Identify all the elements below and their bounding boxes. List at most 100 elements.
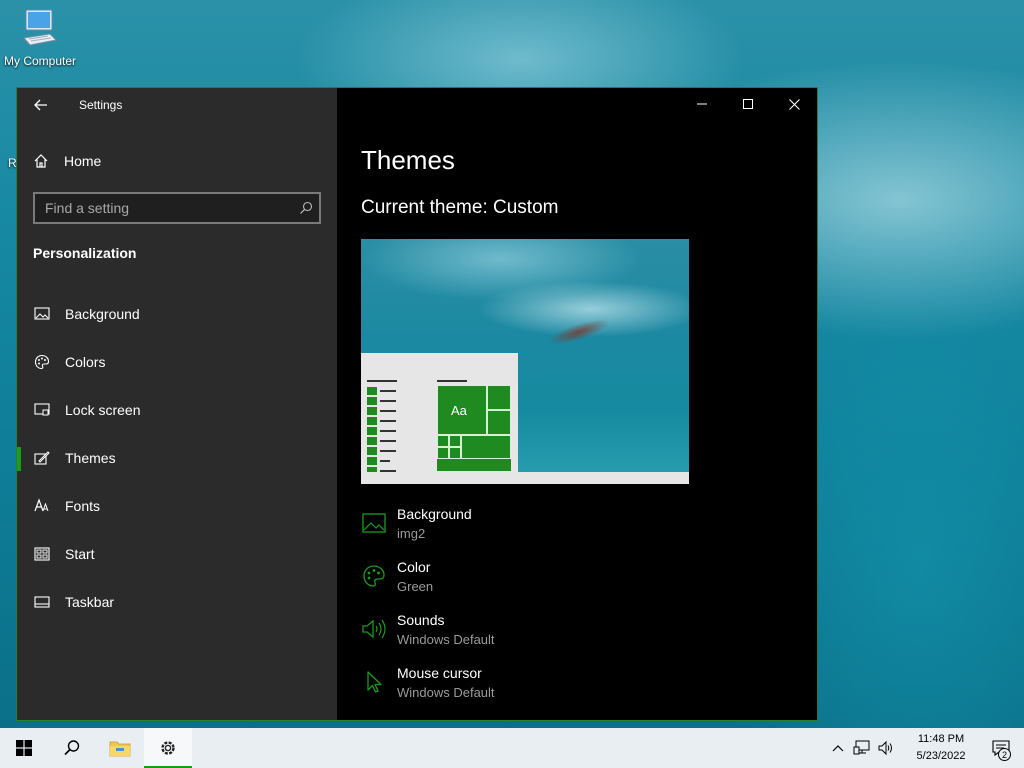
page-title: Themes <box>361 145 455 175</box>
sidebar-item-label: Background <box>65 306 140 322</box>
preview-start-menu: Aa <box>361 353 518 484</box>
taskbar: 11:48 PM 5/23/2022 2 <box>0 728 1024 768</box>
themes-content: Themes Current theme: Custom Aa Backgrou… <box>337 88 817 720</box>
lock-screen-icon <box>33 401 51 419</box>
property-label: Background <box>397 506 472 522</box>
speaker-icon <box>361 616 387 642</box>
sidebar-item-label: Fonts <box>65 498 101 514</box>
title-bar: Settings <box>17 88 337 122</box>
sidebar-item-themes[interactable]: Themes <box>17 438 337 478</box>
property-value: Windows Default <box>397 632 495 647</box>
preview-row <box>367 427 377 435</box>
desktop-icon-label: My Computer <box>3 54 77 68</box>
file-explorer-button[interactable] <box>96 728 144 768</box>
search-input[interactable] <box>45 200 285 216</box>
preview-line <box>380 460 390 462</box>
property-value: Green <box>397 579 434 594</box>
action-center-button[interactable]: 2 <box>978 728 1024 768</box>
preview-row <box>367 387 377 395</box>
sidebar-item-colors[interactable]: Colors <box>17 342 337 382</box>
app-title: Settings <box>79 98 123 112</box>
preview-line <box>437 380 467 382</box>
network-button[interactable] <box>850 728 874 768</box>
preview-line <box>380 410 396 412</box>
sidebar-item-label: Lock screen <box>65 402 141 418</box>
property-value: img2 <box>397 526 426 541</box>
preview-row <box>367 407 377 415</box>
back-button[interactable] <box>17 88 65 122</box>
font-icon <box>33 497 51 515</box>
theme-property-sounds[interactable]: Sounds Windows Default <box>361 612 761 656</box>
system-tray: 11:48 PM 5/23/2022 2 <box>826 728 1024 768</box>
preview-line <box>380 450 396 452</box>
close-icon <box>788 98 800 110</box>
property-label: Mouse cursor <box>397 665 482 681</box>
sidebar-item-taskbar[interactable]: Taskbar <box>17 582 337 622</box>
preview-swimmer <box>536 307 622 357</box>
folder-icon <box>109 741 131 757</box>
sidebar-item-start[interactable]: Start <box>17 534 337 574</box>
property-label: Color <box>397 559 431 575</box>
show-hidden-icons-button[interactable] <box>826 728 850 768</box>
close-button[interactable] <box>771 88 817 120</box>
preview-tile <box>487 385 511 410</box>
sidebar-item-label: Taskbar <box>65 594 115 610</box>
preview-line <box>380 440 396 442</box>
settings-window: Settings Home Personalization Background <box>16 87 818 721</box>
theme-property-mouse-cursor[interactable]: Mouse cursor Windows Default <box>361 665 761 709</box>
search-button[interactable] <box>48 728 96 768</box>
settings-taskbar-button[interactable] <box>144 728 192 768</box>
brush-icon <box>33 449 51 467</box>
taskbar-icon <box>33 593 51 611</box>
home-icon <box>34 154 48 168</box>
sidebar-item-label: Themes <box>65 450 116 466</box>
picture-icon <box>33 305 51 323</box>
search-icon[interactable] <box>299 201 313 215</box>
network-icon <box>853 740 870 755</box>
sidebar-item-fonts[interactable]: Fonts <box>17 486 337 526</box>
preview-row <box>367 417 377 425</box>
preview-line <box>380 420 396 422</box>
theme-preview[interactable]: Aa <box>361 239 689 484</box>
volume-button[interactable] <box>874 728 898 768</box>
back-arrow-icon <box>34 99 47 111</box>
minimize-button[interactable] <box>679 88 725 120</box>
preview-line <box>367 380 397 382</box>
cursor-icon <box>361 669 387 695</box>
current-theme-heading: Current theme: Custom <box>361 197 559 218</box>
preview-tile <box>449 447 461 459</box>
theme-property-background[interactable]: Background img2 <box>361 506 761 550</box>
chevron-up-icon <box>832 745 844 752</box>
preview-line <box>380 430 396 432</box>
sidebar-item-lock-screen[interactable]: Lock screen <box>17 390 337 430</box>
property-label: Sounds <box>397 612 445 628</box>
minimize-icon <box>697 103 707 105</box>
window-controls <box>679 88 817 120</box>
preview-tiles: Aa <box>437 385 511 471</box>
clock-date: 5/23/2022 <box>916 750 966 762</box>
desktop-icon-my-computer[interactable]: My Computer <box>2 8 78 76</box>
preview-row <box>367 397 377 405</box>
preview-row <box>367 447 377 455</box>
preview-tile <box>487 410 511 435</box>
preview-tile <box>449 435 461 447</box>
sidebar-item-label: Colors <box>65 354 106 370</box>
property-value: Windows Default <box>397 685 495 700</box>
home-nav-item[interactable]: Home <box>17 144 337 178</box>
theme-property-color[interactable]: Color Green <box>361 559 761 603</box>
preview-line <box>380 400 396 402</box>
sidebar-item-background[interactable]: Background <box>17 294 337 334</box>
start-button[interactable] <box>0 728 48 768</box>
search-box[interactable] <box>33 192 321 224</box>
preview-line <box>380 390 396 392</box>
preview-tile <box>461 435 511 459</box>
gear-icon <box>161 741 175 755</box>
start-icon <box>33 545 51 563</box>
picture-icon <box>361 510 387 536</box>
search-icon <box>64 740 80 756</box>
preview-row <box>367 437 377 445</box>
maximize-button[interactable] <box>725 88 771 120</box>
preview-tile <box>437 447 449 459</box>
clock[interactable]: 11:48 PM 5/23/2022 <box>904 731 978 765</box>
volume-icon <box>878 740 892 756</box>
